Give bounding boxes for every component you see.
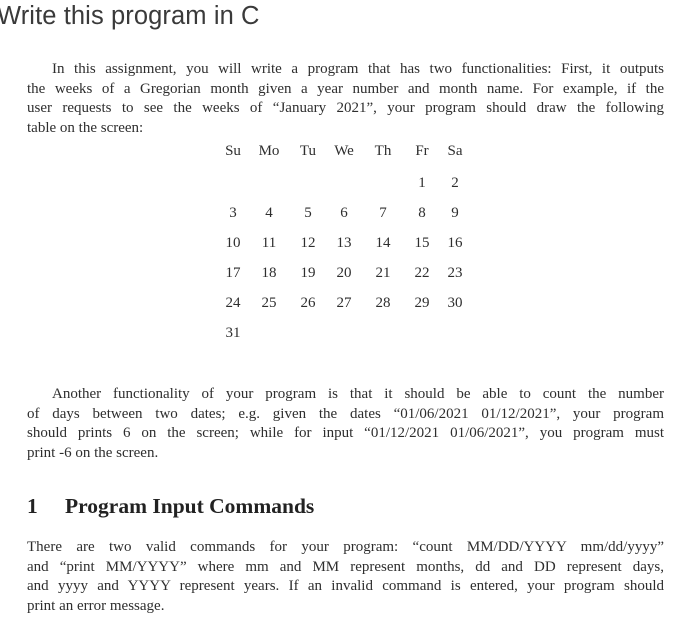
calendar-day: 10: [225, 235, 241, 251]
weekday-header: Tu: [299, 143, 317, 159]
calendar-day: 28: [375, 295, 391, 311]
paragraph-line: should prints 6 on the screen; while for…: [27, 425, 664, 441]
calendar-day: 27: [336, 295, 352, 311]
weekday-header: Th: [374, 143, 392, 159]
paragraph-line: the weeks of a Gregorian month given a y…: [27, 80, 664, 97]
calendar-day: 24: [225, 295, 241, 311]
weekday-header: Sa: [447, 143, 463, 159]
section-number: 1: [27, 494, 38, 518]
calendar-day: 31: [225, 325, 241, 341]
calendar-day: 8: [418, 205, 426, 221]
weekday-header: Su: [225, 143, 241, 159]
calendar-day: 21: [375, 265, 391, 281]
question-title: Write this program in C: [0, 2, 260, 30]
calendar-day: 19: [300, 265, 316, 281]
calendar-day: 26: [300, 295, 316, 311]
calendar-day: 20: [336, 265, 352, 281]
calendar-day: 9: [451, 205, 459, 221]
calendar-day: 2: [451, 175, 459, 191]
calendar-day: 25: [261, 295, 277, 311]
calendar-day: 5: [304, 205, 312, 221]
paragraph-line: and yyyy and YYYY represent years. If an…: [27, 578, 664, 594]
calendar-day: 29: [414, 295, 430, 311]
calendar-day: 18: [261, 265, 277, 281]
weekday-header: We: [334, 143, 354, 159]
calendar-day: 14: [375, 235, 391, 251]
paragraph-line: In this assignment, you will write a pro…: [52, 61, 664, 77]
weekday-header: Mo: [258, 143, 280, 159]
calendar-day: 30: [447, 295, 463, 311]
paragraph-line: table on the screen:: [27, 119, 144, 136]
paragraph-line: print an error message.: [27, 597, 165, 614]
calendar-day: 11: [261, 235, 277, 251]
weekday-header: Fr: [415, 143, 429, 159]
commands-paragraph: There are two valid commands for your pr…: [27, 538, 664, 616]
calendar-day: 7: [379, 205, 387, 221]
calendar-day: 17: [225, 265, 241, 281]
paragraph-line: Another functionality of your program is…: [52, 386, 664, 402]
calendar-day: 4: [265, 205, 273, 221]
paragraph-line: of days between two dates; e.g. given th…: [27, 405, 664, 422]
count-paragraph: Another functionality of your program is…: [27, 385, 664, 463]
calendar-day: 22: [414, 265, 430, 281]
calendar-day: 16: [447, 235, 463, 251]
intro-paragraph: In this assignment, you will write a pro…: [27, 60, 664, 138]
calendar-day: 1: [418, 175, 426, 191]
calendar-day: 13: [336, 235, 352, 251]
paragraph-line: There are two valid commands for your pr…: [27, 539, 664, 555]
section-heading: 1 Program Input Commands: [27, 494, 314, 519]
paragraph-line: user requests to see the weeks of “Janua…: [27, 100, 664, 116]
calendar-day: 15: [414, 235, 430, 251]
calendar-day: 23: [447, 265, 463, 281]
calendar-day: 12: [300, 235, 316, 251]
paragraph-line: print -6 on the screen.: [27, 444, 159, 461]
calendar-day: 3: [229, 205, 237, 221]
calendar-day: 6: [340, 205, 348, 221]
section-title: Program Input Commands: [65, 494, 315, 518]
paragraph-line: and “print MM/YYYY” where mm and MM repr…: [27, 558, 664, 575]
